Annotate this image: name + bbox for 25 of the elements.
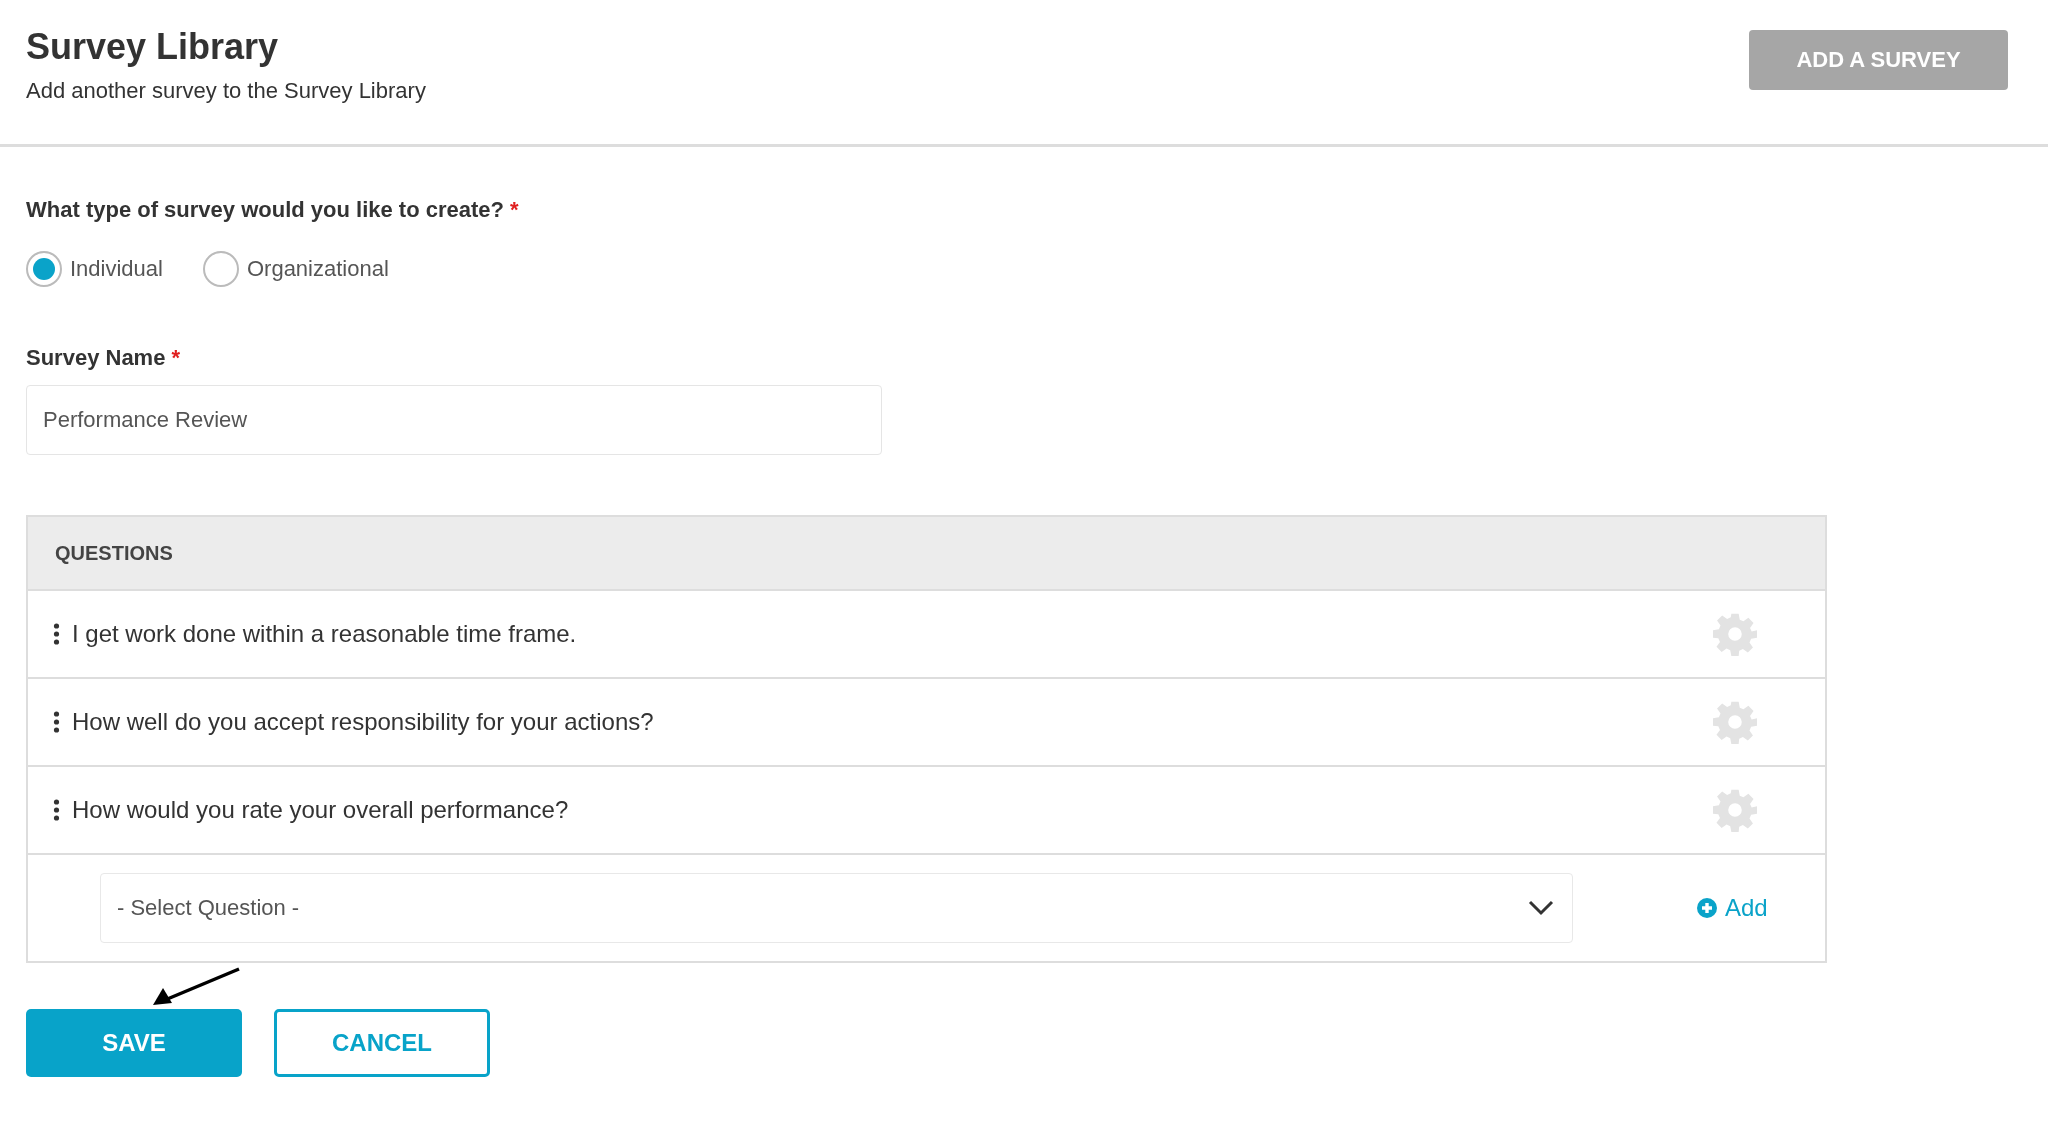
radio-label: Individual	[70, 256, 163, 282]
page-subtitle: Add another survey to the Survey Library	[26, 78, 426, 104]
drag-handle-icon[interactable]	[53, 711, 60, 733]
save-button[interactable]: SAVE	[26, 1009, 242, 1077]
required-mark: *	[171, 345, 180, 371]
required-mark: *	[510, 197, 519, 223]
question-text: How would you rate your overall performance?	[72, 796, 570, 824]
question-text: I get work done within a reasonable time frame.	[72, 620, 578, 648]
cancel-button[interactable]: CANCEL	[274, 1009, 490, 1077]
question-text: How well do you accept responsibility for your actions?	[72, 708, 655, 736]
radio-button[interactable]	[202, 251, 239, 287]
drag-handle-icon[interactable]	[53, 799, 60, 821]
field-label: What type of survey would you like to create?	[26, 197, 504, 223]
page-title: Survey Library	[26, 26, 280, 68]
add-question-button[interactable]: Add	[1697, 894, 1768, 922]
field-label: Survey Name	[26, 345, 166, 371]
survey-name-field[interactable]: Performance Review	[26, 385, 882, 455]
radio-button[interactable]	[26, 251, 62, 287]
drag-handle-icon[interactable]	[53, 623, 60, 645]
question-select[interactable]: - Select Question -	[100, 873, 1573, 943]
plus-circle-icon	[1697, 898, 1717, 918]
add-survey-button[interactable]: ADD A SURVEY	[1749, 30, 2008, 90]
radio-label: Organizational	[246, 256, 389, 282]
panel-heading: QUESTIONS	[55, 541, 173, 565]
chevron-down-icon	[1528, 900, 1554, 916]
